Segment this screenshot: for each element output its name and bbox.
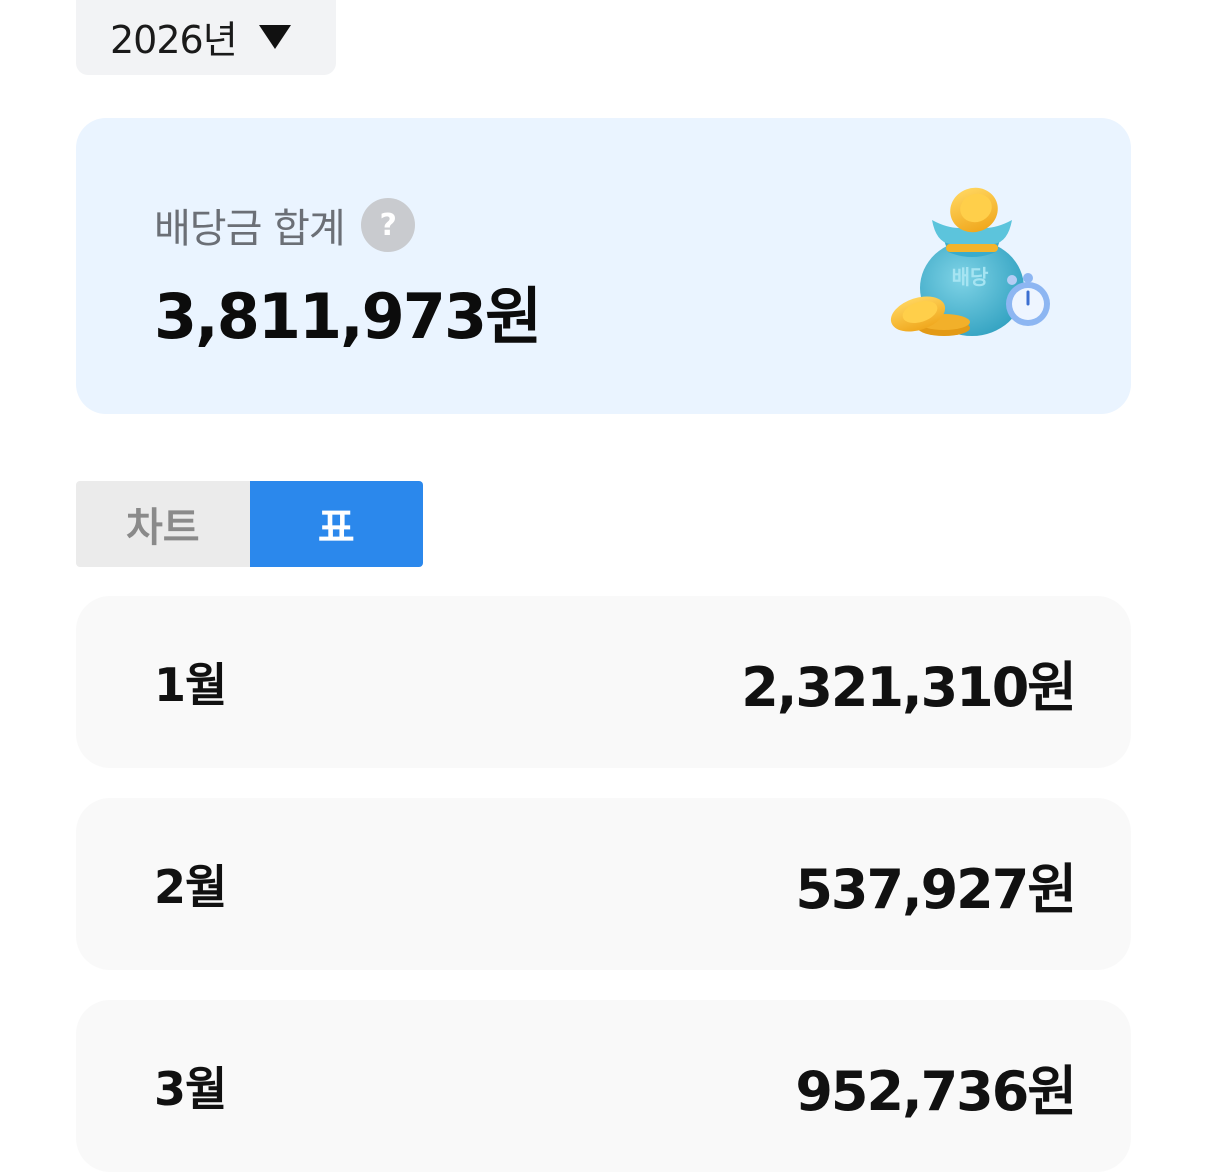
chart-view-button[interactable]: 차트	[76, 481, 250, 567]
dividend-page: 2026년 배당금 합계 ? 3,811,973원 배당 차트 표 1월 2,3…	[0, 0, 1206, 1172]
year-dropdown[interactable]: 2026년	[76, 0, 336, 75]
month-row[interactable]: 2월 537,927원	[76, 798, 1131, 970]
summary-amount: 3,811,973원	[154, 280, 542, 353]
dividend-summary-card: 배당금 합계 ? 3,811,973원 배당	[76, 118, 1131, 414]
illustration-text: 배당	[952, 265, 989, 289]
month-amount: 537,927원	[795, 857, 1077, 921]
money-bag-icon: 배당	[890, 187, 1050, 336]
help-icon[interactable]: ?	[360, 198, 415, 252]
month-row[interactable]: 3월 952,736원	[76, 1000, 1131, 1172]
month-label: 2월	[154, 860, 227, 914]
month-amount: 2,321,310원	[741, 655, 1077, 719]
view-toggle: 차트 표	[76, 481, 423, 567]
month-label: 3월	[154, 1062, 227, 1116]
year-dropdown-label: 2026년	[110, 18, 238, 62]
month-row[interactable]: 1월 2,321,310원	[76, 596, 1131, 768]
month-label: 1월	[154, 658, 227, 712]
caret-down-icon	[258, 24, 291, 49]
table-view-button[interactable]: 표	[249, 481, 423, 567]
summary-label: 배당금 합계	[154, 206, 346, 252]
month-amount: 952,736원	[795, 1059, 1077, 1123]
summary-label-row: 배당금 합계 ?	[154, 196, 415, 254]
